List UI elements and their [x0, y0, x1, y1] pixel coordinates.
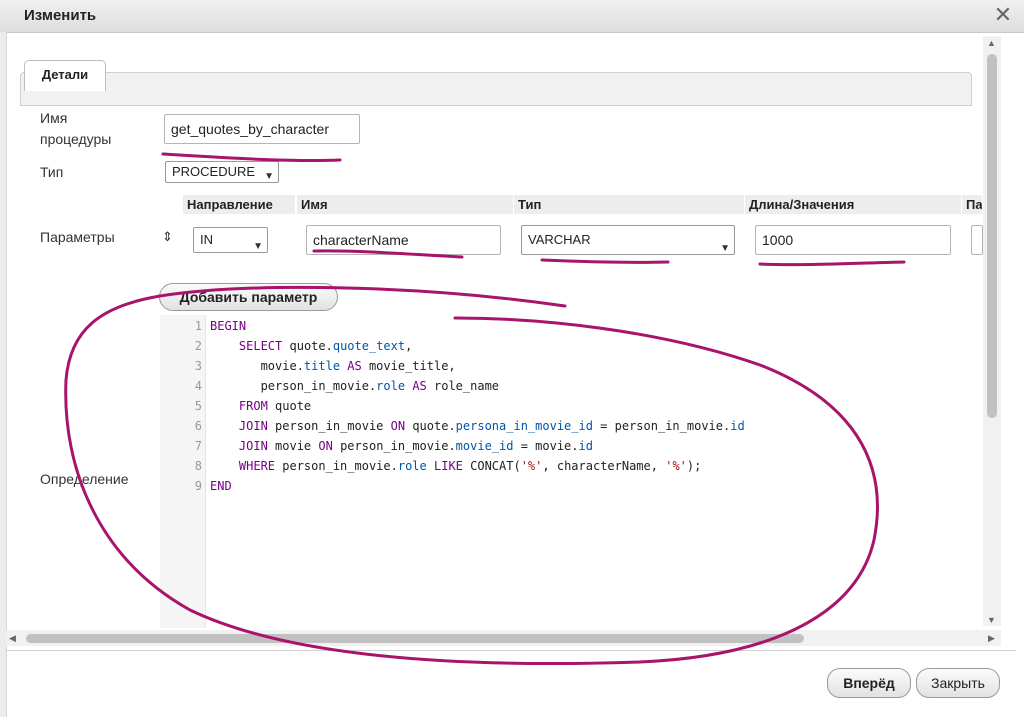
vertical-scroll-thumb[interactable]	[987, 54, 997, 418]
param-direction-value: IN	[200, 232, 213, 247]
tab-bar	[20, 72, 972, 106]
line-number: 2	[194, 339, 202, 353]
annotation-overlay	[64, 152, 906, 666]
param-header-extra: Па	[962, 195, 982, 214]
code-line: END	[210, 479, 232, 493]
annotation-underline-type	[540, 258, 670, 264]
scroll-right-icon[interactable]: ▶	[988, 633, 995, 644]
annotation-underline-name	[161, 152, 342, 163]
param-length-input[interactable]: 1000	[755, 225, 951, 255]
code-line: JOIN movie ON person_in_movie.movie_id =…	[238, 439, 593, 453]
code-line: JOIN person_in_movie ON quote.persona_in…	[238, 419, 745, 433]
scroll-left-icon[interactable]: ◀	[9, 633, 16, 644]
chevron-down-icon: ▼	[264, 171, 274, 182]
scroll-up-icon[interactable]: ▲	[987, 38, 996, 48]
line-number: 1	[194, 319, 202, 333]
horizontal-scroll-thumb[interactable]	[26, 634, 804, 643]
param-type-select[interactable]: VARCHAR ▼	[521, 225, 735, 255]
line-number: 7	[194, 439, 202, 453]
param-header-direction: Направление	[183, 195, 295, 214]
forward-button[interactable]: Вперёд	[827, 668, 911, 698]
code-line: SELECT quote.quote_text,	[238, 339, 413, 353]
window-edge	[0, 32, 7, 717]
scroll-down-icon[interactable]: ▼	[987, 615, 996, 625]
param-direction-select[interactable]: IN ▼	[193, 227, 268, 253]
param-name-input[interactable]: characterName	[306, 225, 501, 255]
line-number: 4	[194, 379, 202, 393]
type-label: Тип	[40, 164, 64, 180]
param-header-length: Длина/Значения	[745, 195, 961, 214]
code-line: movie.title AS movie_title,	[210, 359, 456, 373]
line-number: 6	[194, 419, 202, 433]
definition-label: Определение	[40, 471, 129, 487]
chevron-down-icon: ▼	[253, 241, 263, 252]
type-select-value: PROCEDURE	[172, 164, 256, 179]
params-label: Параметры	[40, 229, 115, 245]
procedure-name-input[interactable]: get_quotes_by_character	[164, 114, 360, 144]
add-parameter-button[interactable]: Добавить параметр	[159, 283, 338, 311]
param-extra-input[interactable]	[971, 225, 983, 255]
code-line: FROM quote	[238, 399, 312, 413]
close-icon[interactable]: ✕	[991, 3, 1015, 27]
footer-divider	[6, 650, 1016, 651]
type-select[interactable]: PROCEDURE ▼	[165, 161, 279, 183]
annotation-underline-length	[758, 260, 906, 267]
tab-details[interactable]: Детали	[24, 60, 106, 91]
chevron-down-icon: ▼	[720, 243, 730, 254]
line-number: 3	[194, 359, 202, 373]
param-header-type: Тип	[514, 195, 744, 214]
sort-icon[interactable]: ⇕	[162, 229, 173, 245]
param-header-name: Имя	[297, 195, 513, 214]
line-number: 9	[194, 479, 202, 493]
procedure-name-label: Имя процедуры	[40, 110, 112, 147]
close-button[interactable]: Закрыть	[916, 668, 1000, 698]
code-line: BEGIN	[210, 319, 247, 333]
param-type-value: VARCHAR	[528, 232, 591, 247]
code-line: person_in_movie.role AS role_name	[210, 379, 500, 393]
dialog-titlebar	[0, 0, 1024, 33]
dialog-title: Изменить	[24, 7, 97, 24]
line-number: 8	[194, 459, 202, 473]
line-number: 5	[194, 399, 202, 413]
code-line: WHERE person_in_movie.role LIKE CONCAT('…	[238, 459, 702, 473]
editor-gutter: 1 2 3 4 5 6 7 8 9	[160, 315, 206, 628]
